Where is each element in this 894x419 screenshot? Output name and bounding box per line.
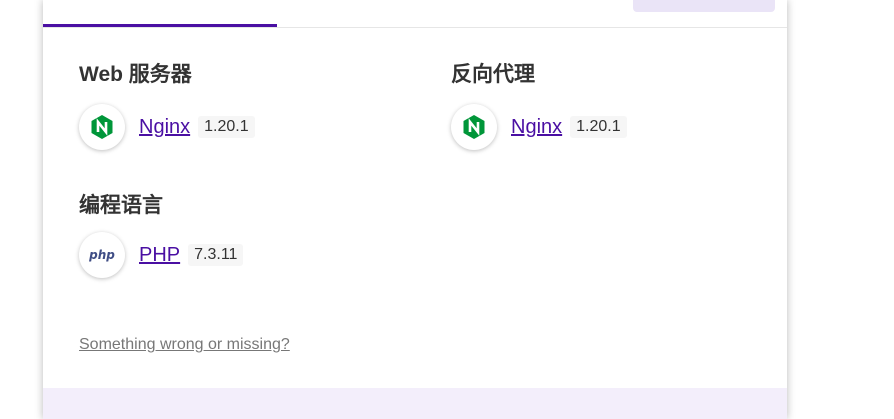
tech-item-nginx: Nginx 1.20.1 [79,102,255,152]
section-web-server: Web 服务器 Nginx 1.20.1 [79,62,419,162]
section-reverse-proxy: 反向代理 Nginx 1.20.1 [451,62,781,162]
php-logo: php [79,232,125,278]
nginx-icon [91,115,113,139]
tech-item-php: php PHP 7.3.11 [79,230,244,280]
tab-bar [43,0,787,28]
section-title-web-server: Web 服务器 [79,63,192,86]
php-icon: php [89,248,115,262]
section-programming-language: 编程语言 php PHP 7.3.11 [79,193,419,293]
section-title-reverse-proxy: 反向代理 [451,63,535,86]
version-badge: 1.20.1 [198,116,255,138]
nginx-logo [79,104,125,150]
tech-link-php[interactable]: PHP [139,244,180,267]
technology-card: Web 服务器 Nginx 1.20.1 反向代理 Nginx 1.20.1 编… [43,0,787,419]
active-tab-indicator[interactable] [43,24,277,27]
page: Web 服务器 Nginx 1.20.1 反向代理 Nginx 1.20.1 编… [0,0,894,419]
nginx-logo [451,104,497,150]
tech-link-nginx[interactable]: Nginx [139,116,190,139]
tech-item-nginx: Nginx 1.20.1 [451,102,627,152]
nginx-icon [463,115,485,139]
report-issue-link[interactable]: Something wrong or missing? [79,336,290,354]
version-badge: 1.20.1 [570,116,627,138]
footer-band [43,388,787,419]
tech-link-nginx[interactable]: Nginx [511,116,562,139]
section-title-programming-language: 编程语言 [79,194,163,217]
tab-action-button[interactable] [633,0,775,12]
version-badge: 7.3.11 [188,244,244,266]
